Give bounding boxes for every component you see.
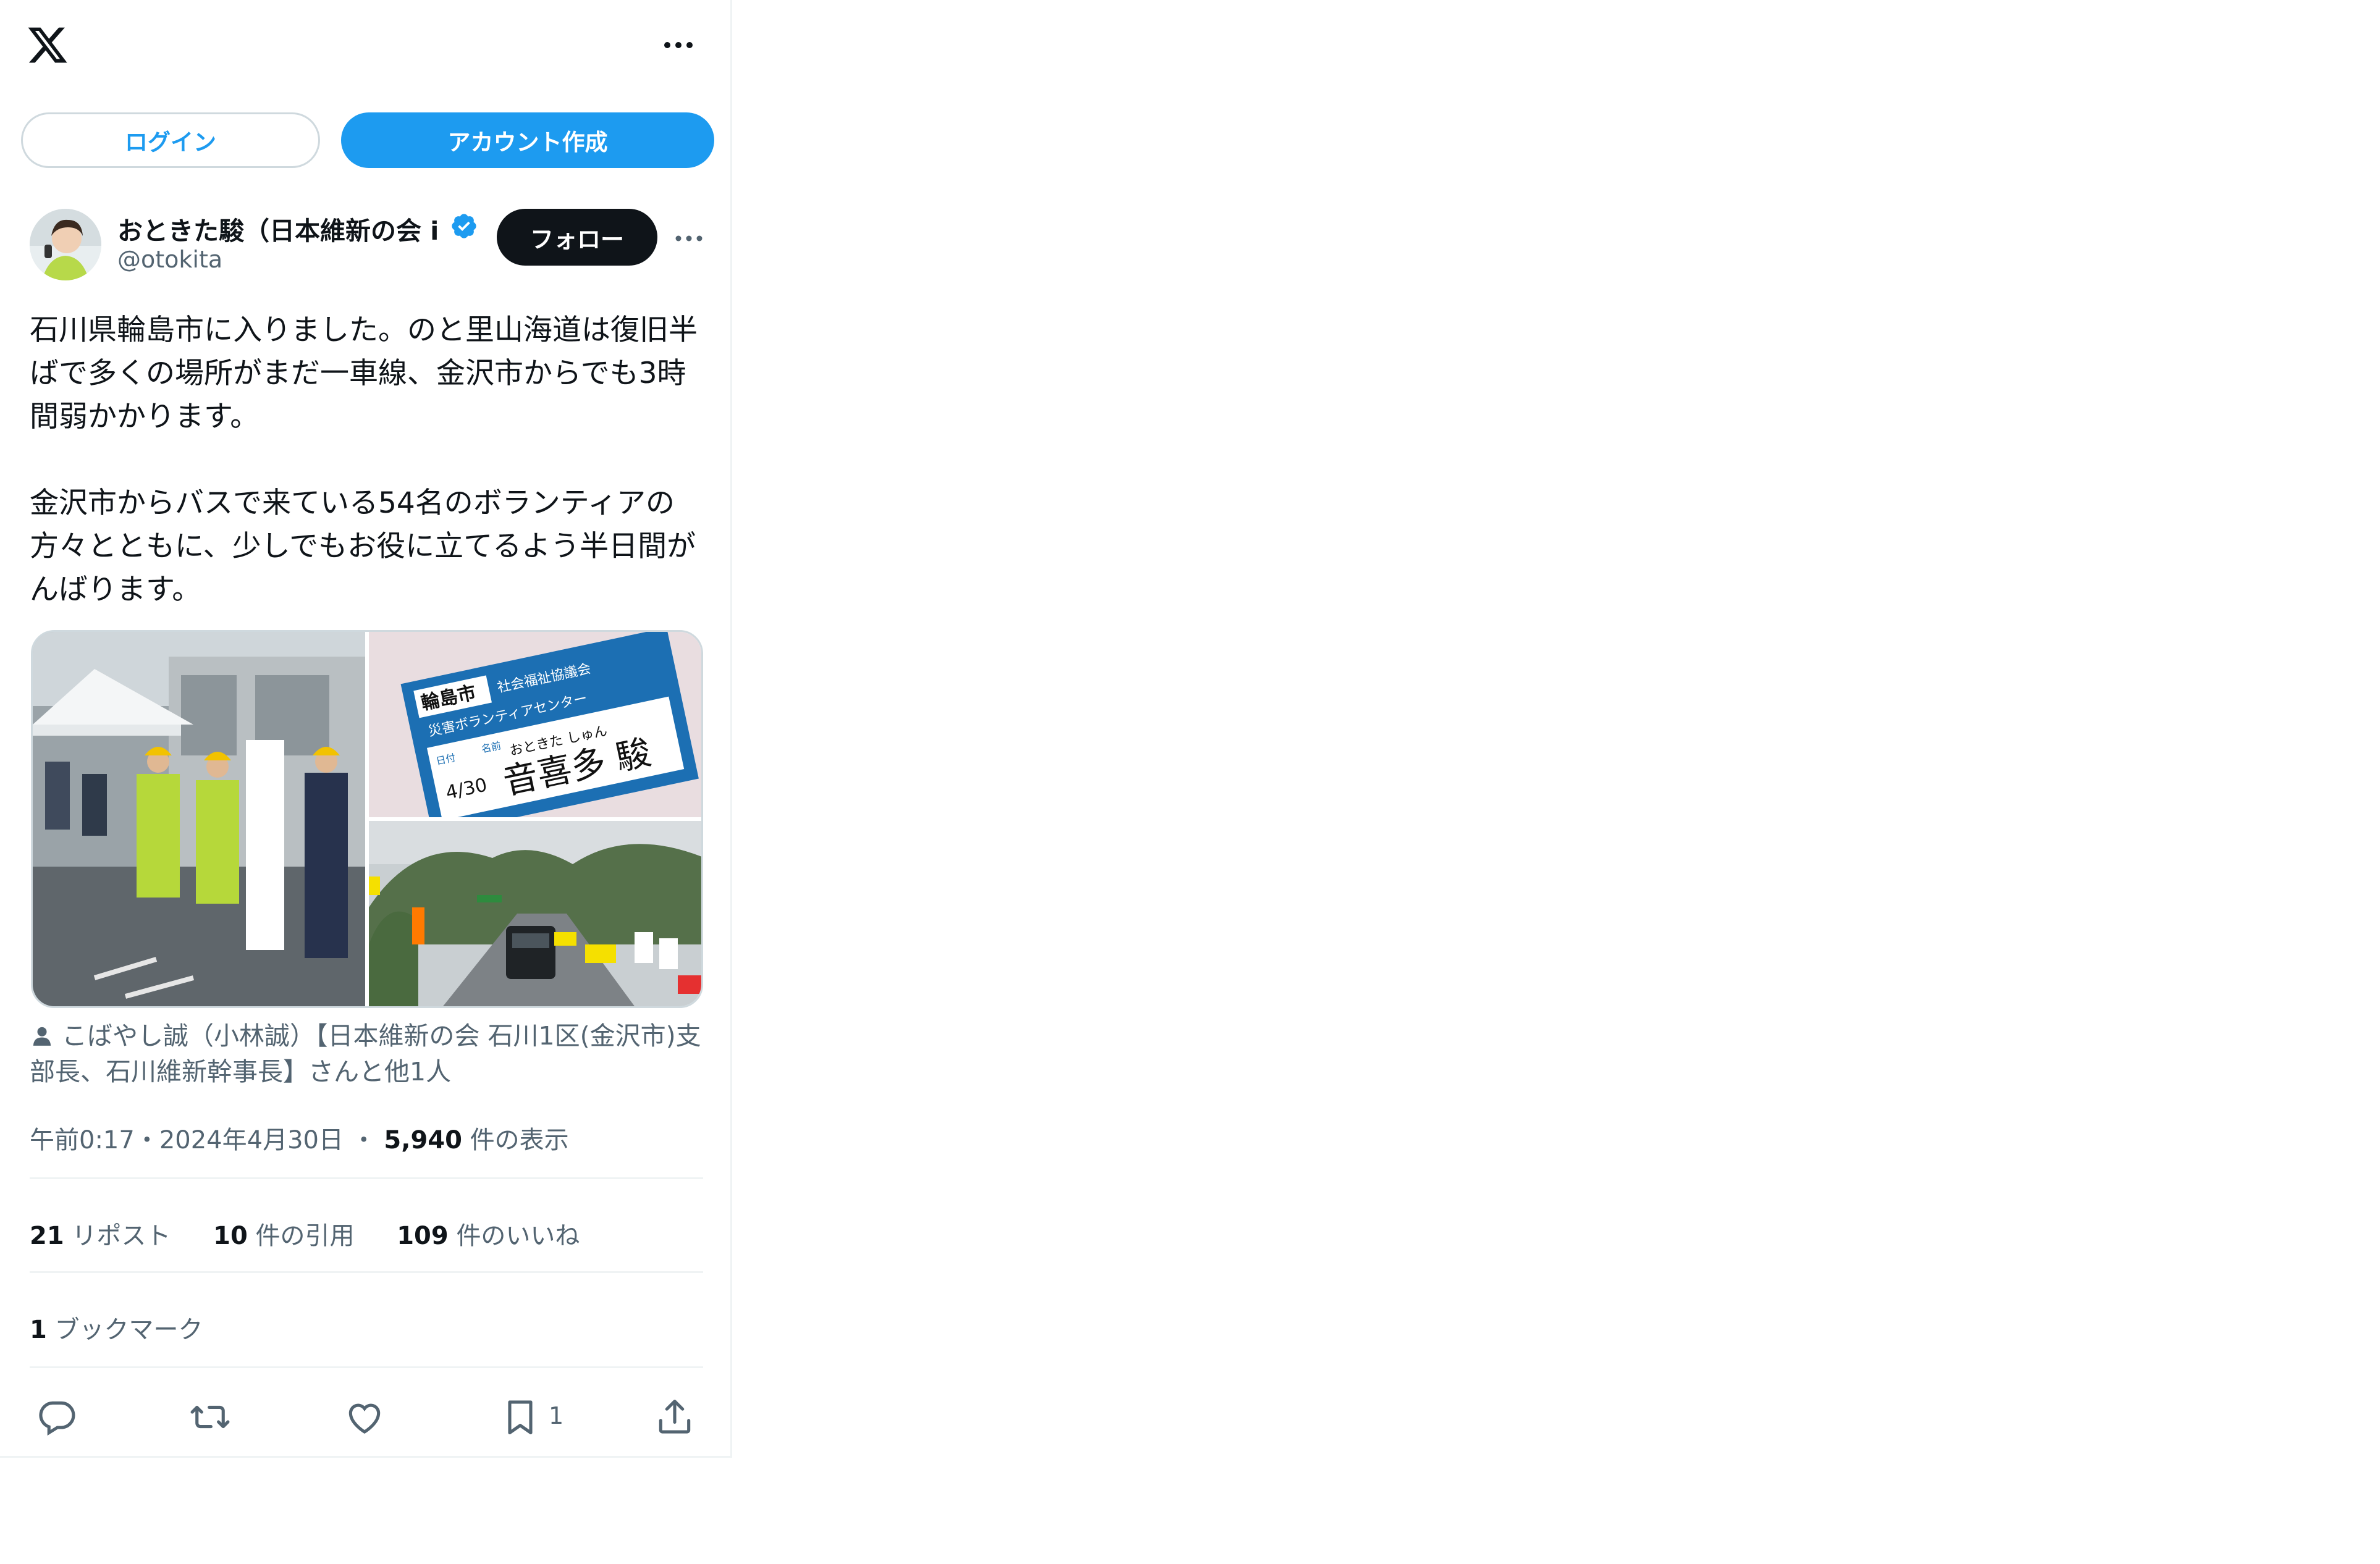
divider — [30, 1177, 703, 1179]
bookmarks-label: ブックマーク — [54, 1316, 203, 1344]
media-grid: 輪島市 社会福祉協議会 災害ボランティアセンター 日付 名前 4/30 おときた… — [31, 630, 703, 1008]
quotes-count: 10 — [213, 1222, 248, 1250]
author-name[interactable]: おときた駿（日本維新の会 i — [117, 210, 450, 247]
bookmark-action-count: 1 — [549, 1402, 564, 1429]
meta-separator: ・ — [134, 1126, 159, 1154]
reply-icon[interactable] — [36, 1396, 78, 1438]
quotes-stat[interactable]: 10 件の引用 — [213, 1222, 354, 1250]
meta-separator: ・ — [351, 1126, 376, 1154]
user-icon — [30, 1022, 54, 1046]
follow-button[interactable]: フォロー — [497, 209, 657, 266]
verified-badge-icon — [450, 212, 478, 240]
tweet-paragraph: 金沢市からバスで来ている54名のボランティアの方々とともに、少しでもお役に立てる… — [30, 486, 696, 607]
login-button[interactable]: ログイン — [21, 112, 320, 168]
reposts-stat[interactable]: 21 リポスト — [30, 1222, 171, 1250]
reposts-count: 21 — [30, 1222, 64, 1250]
quotes-label: 件の引用 — [255, 1222, 355, 1250]
likes-stat[interactable]: 109 件のいいね — [397, 1222, 580, 1250]
tweet-paragraph: 石川県輪島市に入りました。のと里山海道は復旧半ばで多くの場所がまだ一車線、金沢市… — [30, 313, 698, 434]
bookmark-icon[interactable] — [499, 1396, 541, 1438]
share-icon[interactable] — [654, 1396, 696, 1438]
author-handle[interactable]: @otokita — [117, 246, 222, 273]
tweet-time[interactable]: 午前0:17 — [30, 1126, 135, 1154]
views-label: 件の表示 — [470, 1126, 569, 1154]
reposts-label: リポスト — [72, 1222, 171, 1250]
tweet-more-icon[interactable] — [672, 226, 706, 251]
engagement-stats: 21 リポスト 10 件の引用 109 件のいいね — [30, 1216, 614, 1251]
tweet-meta: 午前0:17・2024年4月30日 ・ 5,940 件の表示 — [30, 1120, 569, 1156]
likes-count: 109 — [397, 1222, 449, 1250]
bookmarks-count: 1 — [30, 1316, 47, 1344]
avatar[interactable] — [30, 209, 101, 280]
divider — [30, 1271, 703, 1273]
tweet-text: 石川県輪島市に入りました。のと里山海道は復旧半ばで多くの場所がまだ一車線、金沢市… — [30, 309, 709, 612]
more-horizontal-icon[interactable] — [660, 30, 697, 61]
views-count: 5,940 — [384, 1126, 462, 1154]
tagged-users[interactable]: こばやし誠（小林誠）【日本維新の会 石川1区(金沢市)支部長、石川維新幹事長】さ… — [30, 1018, 703, 1090]
heart-icon[interactable] — [344, 1396, 386, 1438]
create-account-button[interactable]: アカウント作成 — [341, 112, 714, 168]
photo-volunteers[interactable] — [33, 632, 365, 1006]
tweet-date[interactable]: 2024年4月30日 — [159, 1126, 344, 1154]
photo-nametag[interactable]: 輪島市 社会福祉協議会 災害ボランティアセンター 日付 名前 4/30 おときた… — [369, 632, 701, 817]
retweet-icon[interactable] — [189, 1396, 231, 1438]
likes-label: 件のいいね — [456, 1222, 580, 1250]
x-logo-icon[interactable] — [26, 23, 69, 67]
bookmarks-stat: 1 ブックマーク — [30, 1310, 203, 1345]
photo-road[interactable] — [369, 821, 701, 1006]
tagged-text: こばやし誠（小林誠）【日本維新の会 石川1区(金沢市)支部長、石川維新幹事長】さ… — [30, 1021, 701, 1087]
tweet-column: ログイン アカウント作成 おときた駿（日本維新の会 i @otokita フォロ… — [0, 0, 732, 1458]
divider — [30, 1366, 703, 1368]
